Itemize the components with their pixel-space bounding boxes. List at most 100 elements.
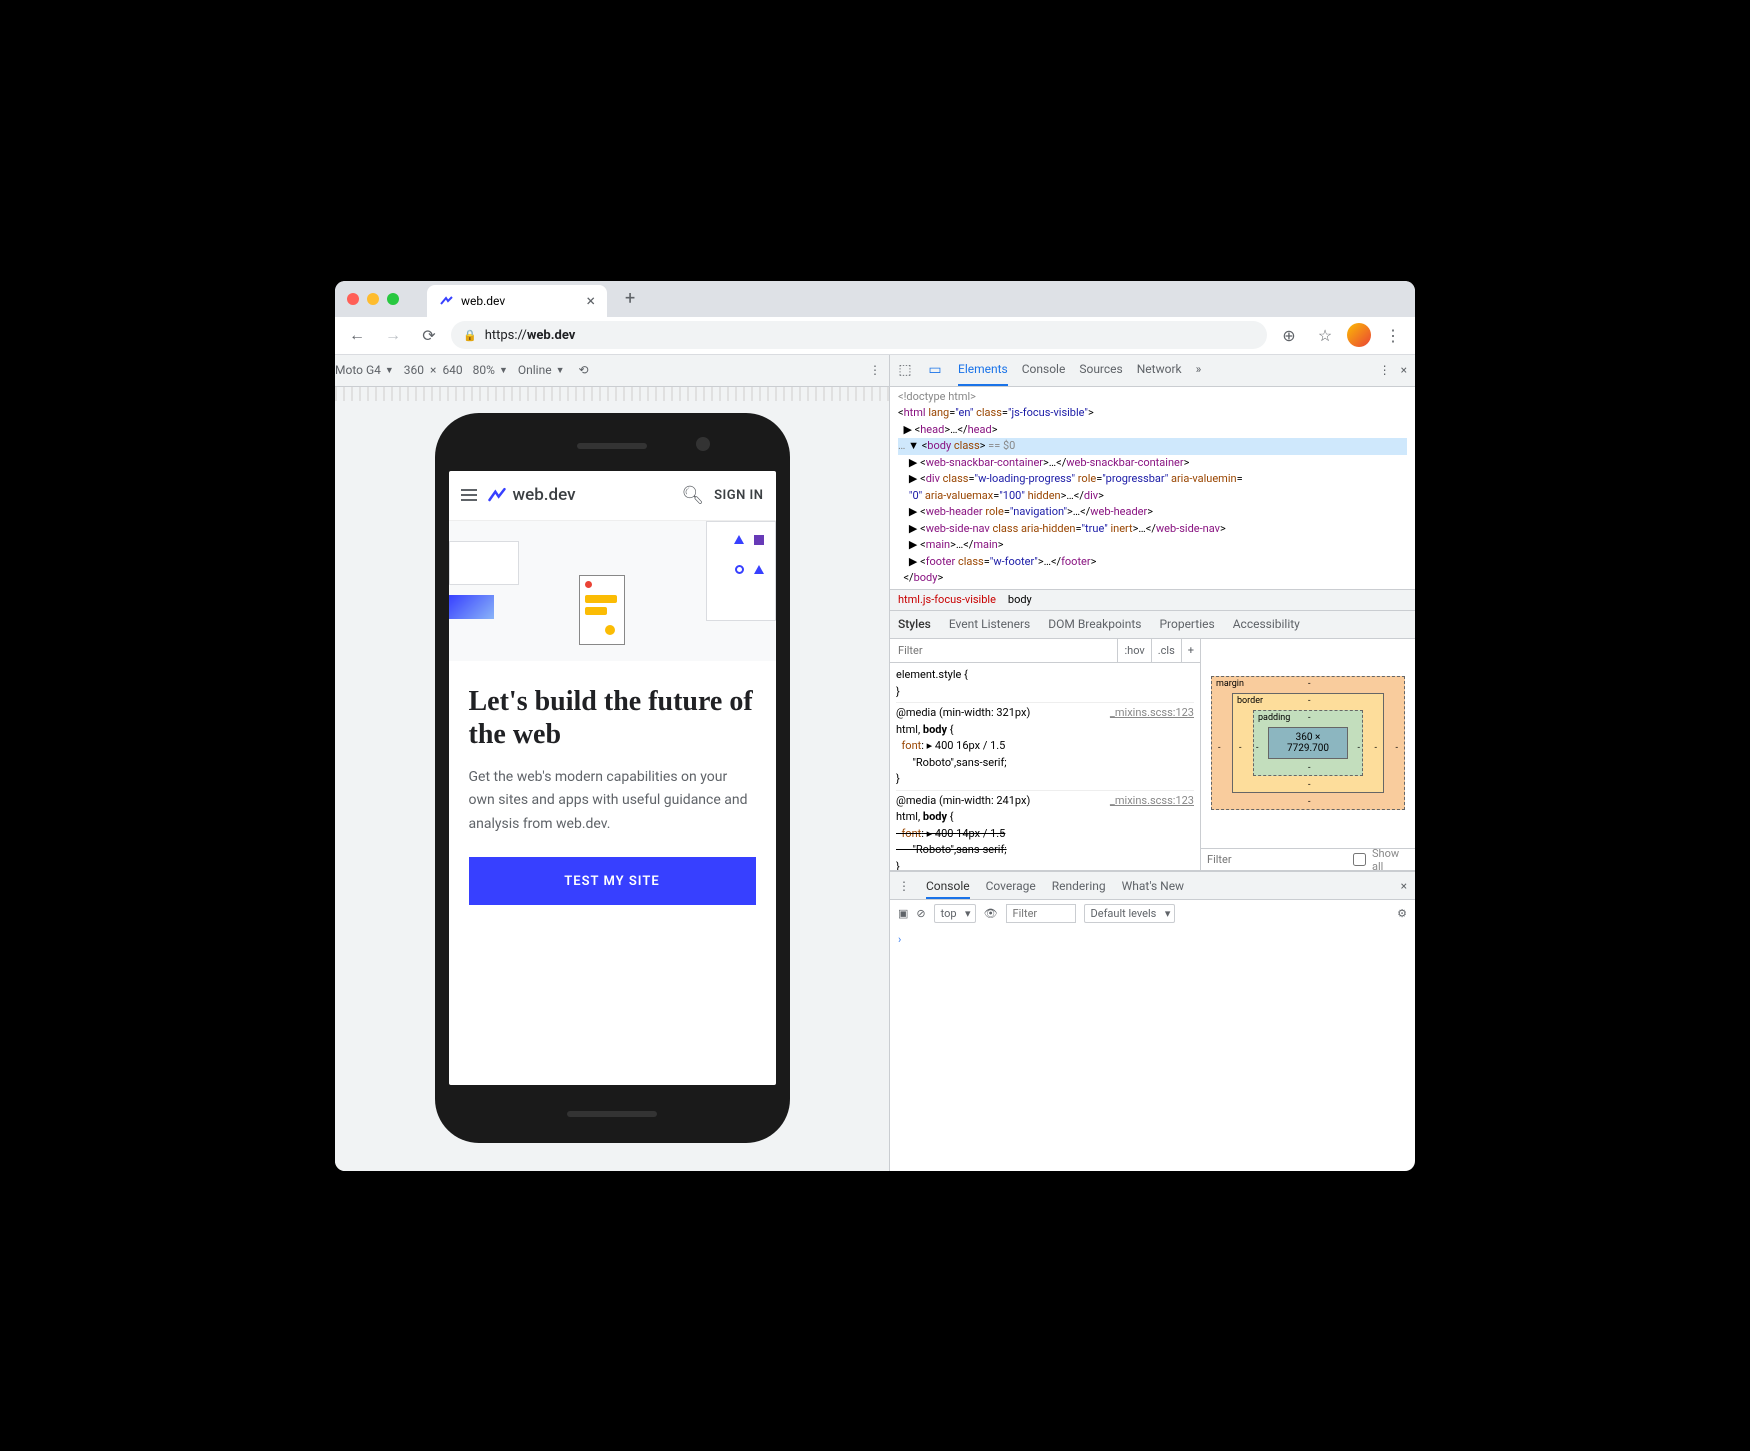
webdev-logo-icon: [487, 485, 507, 505]
profile-avatar[interactable]: [1347, 323, 1371, 347]
console-body[interactable]: ›: [890, 927, 1415, 1171]
log-levels-select[interactable]: Default levels: [1084, 904, 1176, 923]
cls-toggle[interactable]: .cls: [1151, 639, 1181, 663]
hero-heading: Let's build the future of the web: [469, 685, 756, 752]
dom-tree[interactable]: <!doctype html> <html lang="en" class="j…: [890, 387, 1415, 589]
address-bar: ← → ⟳ 🔒 https://web.dev ⊕ ☆ ⋮: [335, 317, 1415, 355]
console-toolbar: ▣ ⊘ top 👁 Default levels ⚙: [890, 899, 1415, 927]
close-window-button[interactable]: [347, 293, 359, 305]
site-header: web.dev 🔍︎ SIGN IN: [449, 471, 776, 521]
device-toolbar-menu[interactable]: ⋮: [869, 363, 881, 377]
install-button[interactable]: ⊕: [1275, 321, 1303, 349]
drawer-tab-rendering[interactable]: Rendering: [1052, 879, 1106, 893]
window-titlebar: web.dev × +: [335, 281, 1415, 317]
hero-text: Let's build the future of the web Get th…: [449, 661, 776, 926]
tab-properties[interactable]: Properties: [1159, 617, 1214, 631]
close-tab-button[interactable]: ×: [586, 291, 595, 310]
drawer-close-button[interactable]: ×: [1401, 879, 1407, 893]
tab-title: web.dev: [461, 294, 505, 308]
lock-icon: 🔒: [463, 329, 477, 342]
width-input[interactable]: 360: [404, 363, 424, 377]
show-all-checkbox[interactable]: [1353, 853, 1366, 866]
drawer-tab-whatsnew[interactable]: What's New: [1122, 879, 1184, 893]
styles-filter-input[interactable]: [890, 644, 1117, 657]
box-model: margin---- border---- padding---- 360 × …: [1201, 639, 1415, 849]
devtools-pane: ⬚ ▭ Elements Console Sources Network » ⋮…: [890, 355, 1415, 1171]
height-input[interactable]: 640: [442, 363, 462, 377]
drawer-tab-console[interactable]: Console: [926, 879, 970, 899]
live-expression-button[interactable]: 👁: [984, 907, 998, 920]
bookmark-button[interactable]: ☆: [1311, 321, 1339, 349]
tab-sources[interactable]: Sources: [1079, 355, 1122, 387]
back-button[interactable]: ←: [343, 321, 371, 349]
maximize-window-button[interactable]: [387, 293, 399, 305]
console-settings-button[interactable]: ⚙: [1397, 907, 1407, 920]
crumb-html[interactable]: html.js-focus-visible: [898, 593, 996, 606]
new-tab-button[interactable]: +: [625, 288, 635, 309]
phone-speaker: [577, 443, 647, 449]
test-my-site-button[interactable]: TEST MY SITE: [469, 857, 756, 905]
tab-styles[interactable]: Styles: [898, 617, 931, 631]
crumb-body[interactable]: body: [1008, 593, 1032, 606]
breadcrumb: html.js-focus-visible body: [890, 589, 1415, 611]
inspect-element-button[interactable]: ⬚: [890, 362, 920, 378]
css-rules[interactable]: element.style { } _mixins.scss:123@media…: [890, 663, 1200, 870]
device-toolbar: Moto G4▼ 360 × 640 80%▼ Online▼ ⟲ ⋮: [335, 355, 889, 387]
selected-node[interactable]: … ▼ <body class> == $0: [898, 438, 1407, 455]
hov-toggle[interactable]: :hov: [1117, 639, 1150, 663]
console-prompt: ›: [898, 933, 901, 946]
site-logo[interactable]: web.dev: [487, 485, 576, 505]
device-toggle-button[interactable]: ▭: [920, 362, 950, 378]
tabs-overflow[interactable]: »: [1196, 355, 1202, 387]
emulated-viewport: web.dev 🔍︎ SIGN IN: [335, 387, 889, 1171]
browser-window: web.dev × + ← → ⟳ 🔒 https://web.dev ⊕ ☆ …: [335, 281, 1415, 1171]
phone-home-bar: [567, 1111, 657, 1117]
search-icon[interactable]: 🔍︎: [681, 485, 704, 506]
traffic-lights: [347, 293, 399, 305]
throttle-select[interactable]: Online▼: [518, 363, 565, 377]
content-area: Moto G4▼ 360 × 640 80%▼ Online▼ ⟲ ⋮: [335, 355, 1415, 1171]
devtools-tabs: Elements Console Sources Network »: [958, 355, 1201, 387]
devtools-header: ⬚ ▭ Elements Console Sources Network » ⋮…: [890, 355, 1415, 387]
browser-tab[interactable]: web.dev ×: [427, 285, 607, 317]
page-content: web.dev 🔍︎ SIGN IN: [449, 471, 776, 1085]
tab-elements[interactable]: Elements: [958, 355, 1008, 387]
devtools-menu-button[interactable]: ⋮: [1379, 363, 1391, 377]
console-sidebar-toggle[interactable]: ▣: [898, 907, 908, 920]
device-select[interactable]: Moto G4▼: [335, 363, 394, 377]
phone-camera: [696, 437, 710, 451]
drawer-menu-button[interactable]: ⋮: [898, 879, 910, 893]
device-emulation-pane: Moto G4▼ 360 × 640 80%▼ Online▼ ⟲ ⋮: [335, 355, 890, 1171]
tab-event-listeners[interactable]: Event Listeners: [949, 617, 1030, 631]
url-field[interactable]: 🔒 https://web.dev: [451, 321, 1267, 349]
styles-tabs: Styles Event Listeners DOM Breakpoints P…: [890, 611, 1415, 639]
phone-frame: web.dev 🔍︎ SIGN IN: [435, 413, 790, 1143]
browser-menu-button[interactable]: ⋮: [1379, 321, 1407, 349]
minimize-window-button[interactable]: [367, 293, 379, 305]
hero-paragraph: Get the web's modern capabilities on you…: [469, 766, 756, 837]
styles-filter-bar: :hov .cls +: [890, 639, 1200, 664]
drawer-tabs: ⋮ Console Coverage Rendering What's New …: [890, 871, 1415, 899]
dimensions: 360 × 640: [404, 363, 463, 377]
tab-dom-breakpoints[interactable]: DOM Breakpoints: [1048, 617, 1141, 631]
new-style-rule-button[interactable]: +: [1181, 639, 1200, 663]
drawer-tab-coverage[interactable]: Coverage: [986, 879, 1036, 893]
sign-in-button[interactable]: SIGN IN: [714, 488, 763, 503]
devtools-close-button[interactable]: ×: [1401, 363, 1407, 377]
execution-context-select[interactable]: top: [934, 904, 976, 923]
box-model-content: 360 × 7729.700: [1268, 727, 1348, 759]
computed-filter-input[interactable]: [1207, 853, 1347, 866]
tab-network[interactable]: Network: [1137, 355, 1182, 387]
menu-icon[interactable]: [461, 489, 477, 501]
tab-console[interactable]: Console: [1022, 355, 1066, 387]
tab-accessibility[interactable]: Accessibility: [1233, 617, 1300, 631]
computed-filter: Show all: [1201, 848, 1415, 870]
forward-button[interactable]: →: [379, 321, 407, 349]
styles-area: :hov .cls + element.style { } _mixins.sc…: [890, 639, 1415, 872]
favicon-icon: [439, 294, 453, 308]
rotate-button[interactable]: ⟲: [579, 363, 589, 377]
clear-console-button[interactable]: ⊘: [916, 907, 925, 920]
zoom-select[interactable]: 80%▼: [473, 363, 508, 377]
console-filter-input[interactable]: [1006, 904, 1076, 923]
reload-button[interactable]: ⟳: [415, 321, 443, 349]
